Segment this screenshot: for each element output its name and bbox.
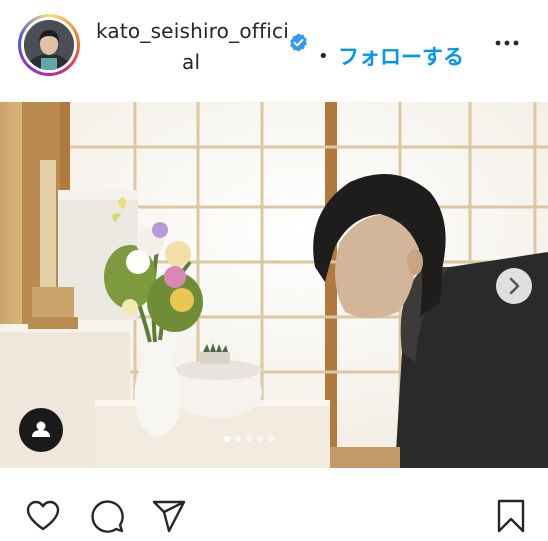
post-header: kato_seishiro_offici al • フォローする [0,0,548,100]
chevron-right-icon [509,277,520,295]
carousel-dot-2 [235,436,241,442]
carousel-next-button[interactable] [496,268,532,304]
verified-badge-icon [290,33,307,52]
post-photo[interactable] [0,102,548,468]
heart-icon[interactable] [25,498,61,534]
follow-button[interactable]: フォローする [338,41,464,71]
username-line-2[interactable]: al [96,47,281,78]
username-line-1[interactable]: kato_seishiro_offici [96,16,289,47]
share-icon[interactable] [151,498,187,534]
comment-icon[interactable] [89,498,125,534]
post-actions [0,468,548,541]
avatar[interactable] [24,20,74,70]
carousel-dot-4 [257,436,263,442]
carousel-dot-1 [224,436,230,442]
more-options-icon[interactable] [494,30,520,56]
carousel-dot-3 [246,436,252,442]
carousel-dot-5 [268,436,274,442]
user-tag-icon [32,421,50,437]
user-tags-button[interactable] [19,408,63,452]
carousel-indicator [224,436,274,444]
photo-illustration [0,102,548,468]
separator-dot: • [318,46,329,67]
bookmark-icon[interactable] [493,498,529,534]
story-ring[interactable] [18,14,80,76]
avatar-image [24,20,74,70]
username[interactable]: kato_seishiro_offici al [96,16,289,78]
